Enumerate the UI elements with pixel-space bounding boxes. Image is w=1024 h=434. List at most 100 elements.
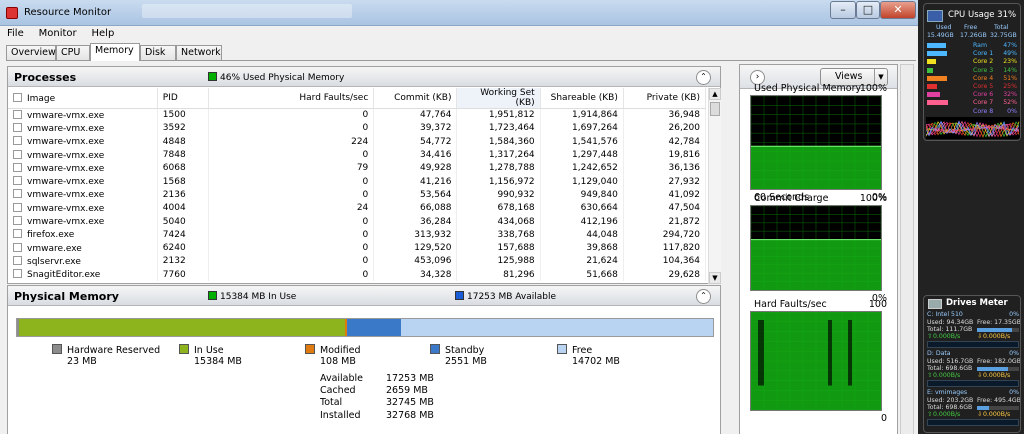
table-cell: 630,664: [540, 201, 624, 215]
table-row[interactable]: SnagitEditor.exe 7760 0 34,328 81,296 51,668 2…: [8, 268, 707, 282]
tab-disk[interactable]: Disk: [140, 45, 176, 60]
core-label: Core 3: [973, 66, 994, 74]
table-cell: 5040: [157, 214, 209, 229]
table-cell: 34,416: [373, 148, 458, 162]
table-row[interactable]: vmware-vmx.exe 4004 24 66,088 678,168 630,664…: [8, 201, 707, 215]
tab-memory[interactable]: Memory: [90, 43, 140, 61]
column-header-working-set[interactable]: Working Set (KB): [456, 88, 541, 109]
memory-column-label: Used: [936, 24, 952, 31]
memory-bar-segment-in-use: [19, 319, 346, 336]
memory-usage-bar: [16, 318, 714, 337]
table-row[interactable]: vmware-vmx.exe 4848 224 54,772 1,584,360 1,54…: [8, 135, 707, 149]
table-cell: 1,129,040: [540, 174, 624, 189]
memory-column-label: Total: [994, 24, 1009, 31]
table-cell: 66,088: [373, 201, 458, 215]
processes-scrollbar[interactable]: ▲ ▼: [708, 88, 721, 284]
table-row[interactable]: vmware-vmx.exe 6068 79 49,928 1,278,788 1,242…: [8, 161, 707, 175]
close-button[interactable]: ✕: [880, 1, 916, 19]
core-row: Core 7 52%: [927, 99, 1020, 107]
table-row[interactable]: sqlservr.exe 2132 0 453,096 125,988 21,624 104…: [8, 254, 707, 269]
column-header-pid[interactable]: PID: [157, 88, 209, 109]
core-row: Core 2 23%: [927, 58, 1020, 66]
core-label: Core 1: [973, 50, 994, 58]
row-checkbox[interactable]: [13, 189, 22, 199]
cpu-usage-gadget[interactable]: CPU Usage 31% Used Free Total 15.49GB 17.26…: [923, 3, 1021, 141]
row-checkbox[interactable]: [13, 229, 22, 239]
table-row[interactable]: vmware-vmx.exe 5040 0 36,284 434,068 412,196 2…: [8, 214, 707, 229]
table-cell: 0: [208, 188, 375, 202]
tab-cpu[interactable]: CPU: [56, 45, 90, 60]
collapse-chevron-up-icon[interactable]: ⌃: [696, 289, 711, 304]
graph-panel-scrollbar[interactable]: [900, 64, 914, 434]
cell-text: 1,584,360: [488, 136, 535, 147]
column-header-private[interactable]: Private (KB): [623, 88, 707, 109]
cell-text: 125,988: [497, 256, 535, 267]
minimize-button[interactable]: –: [830, 1, 856, 19]
tab-network[interactable]: Network: [176, 45, 222, 60]
row-checkbox[interactable]: [13, 162, 22, 172]
maximize-button[interactable]: □: [856, 1, 880, 19]
row-checkbox[interactable]: [13, 176, 22, 186]
cell-text: vmware-vmx.exe: [27, 110, 105, 121]
table-row[interactable]: vmware-vmx.exe 3592 0 39,372 1,723,464 1,697,…: [8, 121, 707, 136]
row-checkbox[interactable]: [13, 255, 22, 265]
select-all-checkbox[interactable]: [13, 92, 22, 102]
tab-overview[interactable]: Overview: [6, 45, 56, 60]
table-row[interactable]: vmware-vmx.exe 1500 0 47,764 1,951,812 1,914,…: [8, 108, 707, 122]
row-checkbox[interactable]: [13, 136, 22, 146]
table-cell: 1,584,360: [456, 135, 541, 149]
cell-text: 1,129,040: [572, 176, 618, 187]
column-header-hard-faults[interactable]: Hard Faults/sec: [208, 88, 375, 109]
drive-total: Total: 698.6GB: [927, 404, 973, 411]
table-cell: 47,764: [373, 108, 458, 122]
table-cell: 949,840: [540, 188, 624, 202]
table-row[interactable]: vmware.exe 6240 0 129,520 157,688 39,868 117,8…: [8, 241, 707, 255]
title-bar-blurred-area: [142, 4, 352, 18]
column-header-commit[interactable]: Commit (KB): [373, 88, 458, 109]
table-cell: 34,328: [373, 268, 458, 282]
summary-row: Installed 32768 MB: [320, 410, 434, 422]
core-value: 47%: [1003, 42, 1017, 49]
cell-text: 7848: [162, 150, 186, 161]
cell-text: 2132: [162, 256, 186, 267]
table-cell: 19,816: [623, 148, 707, 162]
table-row[interactable]: vmware-vmx.exe 1568 0 41,216 1,156,972 1,129,…: [8, 174, 707, 189]
table-cell: 1,723,464: [456, 121, 541, 136]
menu-file[interactable]: File: [7, 26, 24, 42]
menu-monitor[interactable]: Monitor: [39, 26, 77, 42]
scroll-down-arrow-icon[interactable]: ▼: [709, 272, 721, 284]
table-row[interactable]: vmware-vmx.exe 2136 0 53,564 990,932 949,840 4…: [8, 188, 707, 202]
row-checkbox[interactable]: [13, 109, 22, 119]
read-arrow-icon: ⇧: [927, 411, 933, 418]
write-arrow-icon: ⇩: [977, 411, 983, 418]
column-header-image[interactable]: Image: [8, 88, 158, 109]
row-checkbox[interactable]: [13, 202, 22, 212]
table-cell: 412,196: [540, 214, 624, 229]
drives-meter-gadget[interactable]: Drives Meter C: Intel 510 0% Used: 94.34GB…: [923, 295, 1021, 433]
title-bar[interactable]: Resource Monitor – □ ✕: [0, 0, 918, 26]
processes-table-body: vmware-vmx.exe 1500 0 47,764 1,951,812 1,914,…: [8, 108, 707, 282]
table-cell: vmware-vmx.exe: [8, 174, 158, 189]
scroll-thumb[interactable]: [710, 102, 720, 116]
collapse-chevron-up-icon[interactable]: ⌃: [696, 70, 711, 85]
cell-text: 0: [362, 150, 369, 161]
row-checkbox[interactable]: [13, 122, 22, 132]
table-cell: 39,372: [373, 121, 458, 136]
table-row[interactable]: vmware-vmx.exe 7848 0 34,416 1,317,264 1,297,…: [8, 148, 707, 162]
cpu-title-text: CPU Usage: [948, 10, 995, 20]
column-header-shareable[interactable]: Shareable (KB): [540, 88, 624, 109]
row-checkbox[interactable]: [13, 242, 22, 252]
row-checkbox[interactable]: [13, 149, 22, 159]
processes-title: Processes: [14, 71, 77, 84]
menu-help[interactable]: Help: [92, 26, 115, 42]
physical-memory-header[interactable]: Physical Memory 15384 MB In Use 17253 MB…: [8, 286, 720, 306]
scroll-up-arrow-icon[interactable]: ▲: [709, 88, 721, 100]
summary-row: Available 17253 MB: [320, 373, 434, 385]
row-checkbox[interactable]: [13, 269, 22, 279]
row-checkbox[interactable]: [13, 216, 22, 226]
table-cell: 1,914,864: [540, 108, 624, 122]
legend-item: Hardware Reserved 23 MB: [52, 344, 160, 367]
processes-header[interactable]: Processes 46% Used Physical Memory ⌃: [8, 67, 720, 87]
table-row[interactable]: firefox.exe 7424 0 313,932 338,768 44,048 294,…: [8, 228, 707, 242]
drive-used: Used: 203.2GB: [927, 397, 974, 404]
